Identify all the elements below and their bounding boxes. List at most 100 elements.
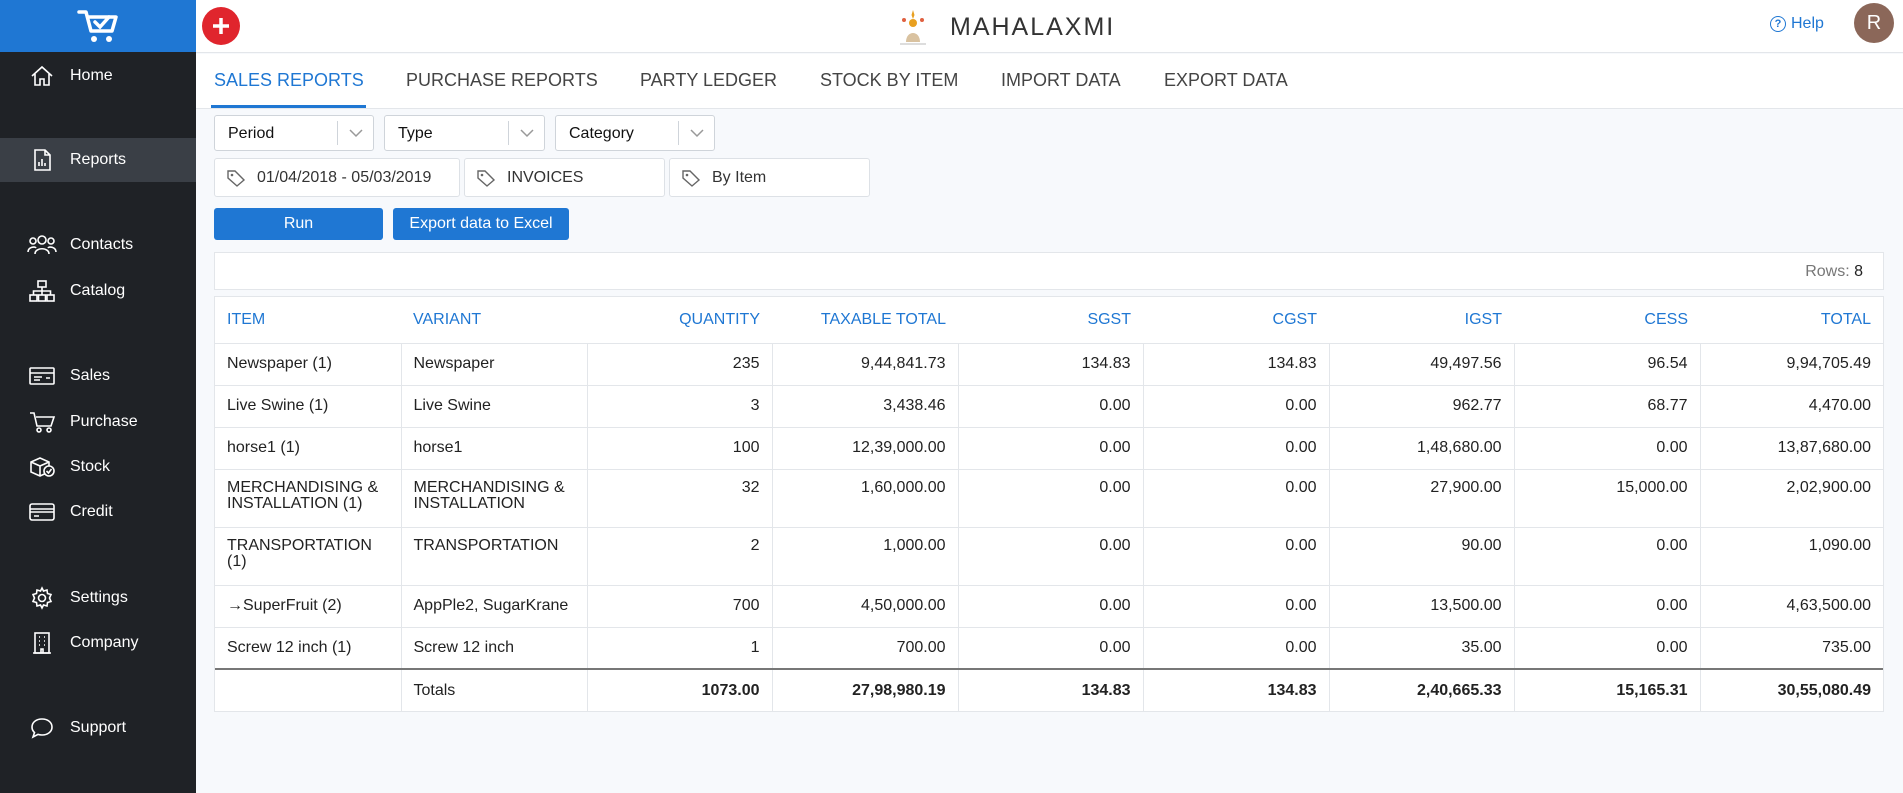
sidebar-item-settings[interactable]: Settings [0,576,196,620]
sidebar-item-home[interactable]: Home [0,54,196,98]
table-row[interactable]: Live Swine (1) Live Swine 3 3,438.46 0.0… [215,385,1883,428]
cart-icon [27,409,57,435]
sidebar-item-catalog[interactable]: Catalog [0,269,196,313]
cell-sgst: 0.00 [958,385,1144,428]
table-row[interactable]: →SuperFruit (2) AppPle2, SugarKrane 700 … [215,585,1883,628]
sidebar-item-stock[interactable]: Stock [0,445,196,489]
cell-total: 4,63,500.00 [1700,585,1883,628]
period-filter-value: 01/04/2018 - 05/03/2019 [257,168,432,186]
totals-label: Totals [401,668,588,711]
column-header-item[interactable]: ITEM [215,297,401,344]
sidebar-item-support[interactable]: Support [0,706,196,750]
type-filter-chip[interactable]: INVOICES [464,158,665,197]
table-row[interactable]: Newspaper (1) Newspaper 235 9,44,841.73 … [215,343,1883,386]
cell-cess: 15,000.00 [1514,469,1701,528]
sidebar-item-label: Catalog [70,282,126,299]
app-logo[interactable] [0,0,196,52]
cell-quantity: 32 [587,469,773,528]
category-filter-value: By Item [712,168,767,186]
table-row[interactable]: TRANSPORTATION (1) TRANSPORTATION 2 1,00… [215,527,1883,586]
sidebar-item-contacts[interactable]: Contacts [0,223,196,267]
cell-variant: AppPle2, SugarKrane [401,585,588,628]
cell-taxable-total: 4,50,000.00 [772,585,959,628]
tab-purchase-reports[interactable]: PURCHASE REPORTS [406,70,598,91]
category-select[interactable]: Category [555,115,715,151]
column-header-total[interactable]: TOTAL [1700,297,1883,344]
column-header-sgst[interactable]: SGST [958,297,1143,344]
column-header-taxable-total[interactable]: TAXABLE TOTAL [772,297,958,344]
cell-cess: 96.54 [1514,343,1701,386]
sales-icon [27,363,57,389]
tag-icon [476,169,496,187]
column-header-variant[interactable]: VARIANT [401,297,587,344]
contacts-icon [27,232,57,258]
type-select-label: Type [398,125,433,142]
sidebar-item-sales[interactable]: Sales [0,354,196,398]
tab-party-ledger[interactable]: PARTY LEDGER [640,70,777,91]
help-icon: ? [1770,16,1786,32]
chevron-down-icon [520,129,534,138]
cell-total: 9,94,705.49 [1700,343,1883,386]
category-filter-chip[interactable]: By Item [669,158,870,197]
cell-taxable-total: 1,60,000.00 [772,469,959,528]
column-header-cess[interactable]: CESS [1514,297,1700,344]
plus-icon [213,18,229,34]
cell-quantity: 2 [587,527,773,586]
tab-export-data[interactable]: EXPORT DATA [1164,70,1288,91]
cell-sgst: 134.83 [958,343,1144,386]
type-select[interactable]: Type [384,115,545,151]
tab-sales-reports[interactable]: SALES REPORTS [214,70,364,91]
run-button[interactable]: Run [214,208,383,240]
totals-taxable-total: 27,98,980.19 [772,668,959,711]
cell-quantity: 3 [587,385,773,428]
cell-cess: 0.00 [1514,527,1701,586]
cell-cess: 0.00 [1514,427,1701,470]
avatar[interactable]: R [1854,3,1894,43]
sidebar-item-credit[interactable]: Credit [0,490,196,534]
chat-icon [27,715,57,741]
rows-summary: Rows: 8 [214,252,1884,290]
period-select-label: Period [228,125,275,142]
table-row[interactable]: horse1 (1) horse1 100 12,39,000.00 0.00 … [215,427,1883,470]
rows-count: 8 [1854,263,1863,280]
cell-taxable-total: 700.00 [772,627,959,670]
cell-variant: MERCHANDISING & INSTALLATION [401,469,588,528]
category-select-label: Category [569,125,634,142]
cell-igst: 27,900.00 [1329,469,1515,528]
select-divider [508,121,509,145]
table-row[interactable]: Screw 12 inch (1) Screw 12 inch 1 700.00… [215,627,1883,670]
cell-variant: horse1 [401,427,588,470]
sidebar-item-label: Company [70,634,139,651]
tab-stock-by-item[interactable]: STOCK BY ITEM [820,70,958,91]
type-filter-value: INVOICES [507,168,584,186]
table-row[interactable]: MERCHANDISING & INSTALLATION (1) MERCHAN… [215,469,1883,528]
cell-variant: TRANSPORTATION [401,527,588,586]
totals-total: 30,55,080.49 [1700,668,1883,711]
period-select[interactable]: Period [214,115,374,151]
column-header-igst[interactable]: IGST [1329,297,1514,344]
sales-report-table: ITEM VARIANT QUANTITY TAXABLE TOTAL SGST… [215,297,1883,711]
export-excel-button[interactable]: Export data to Excel [393,208,569,240]
column-header-quantity[interactable]: QUANTITY [587,297,772,344]
sidebar-item-reports[interactable]: Reports [0,138,196,182]
add-button[interactable] [202,7,240,45]
column-header-cgst[interactable]: CGST [1143,297,1329,344]
rows-label: Rows: [1805,263,1850,280]
sidebar-item-label: Sales [70,367,111,384]
building-icon [27,630,57,656]
cell-sgst: 0.00 [958,585,1144,628]
cell-item: MERCHANDISING & INSTALLATION (1) [215,469,402,528]
sidebar-item-purchase[interactable]: Purchase [0,400,196,444]
cell-sgst: 0.00 [958,627,1144,670]
stock-icon [27,454,57,480]
cell-variant: Newspaper [401,343,588,386]
period-filter-chip[interactable]: 01/04/2018 - 05/03/2019 [214,158,460,197]
catalog-icon [27,278,57,304]
tag-icon [226,169,246,187]
sidebar-item-company[interactable]: Company [0,621,196,665]
cell-total: 1,090.00 [1700,527,1883,586]
company-logo-icon [900,10,926,45]
report-icon [27,147,57,173]
tab-import-data[interactable]: IMPORT DATA [1001,70,1121,91]
help-link[interactable]: ? Help [1770,15,1824,33]
